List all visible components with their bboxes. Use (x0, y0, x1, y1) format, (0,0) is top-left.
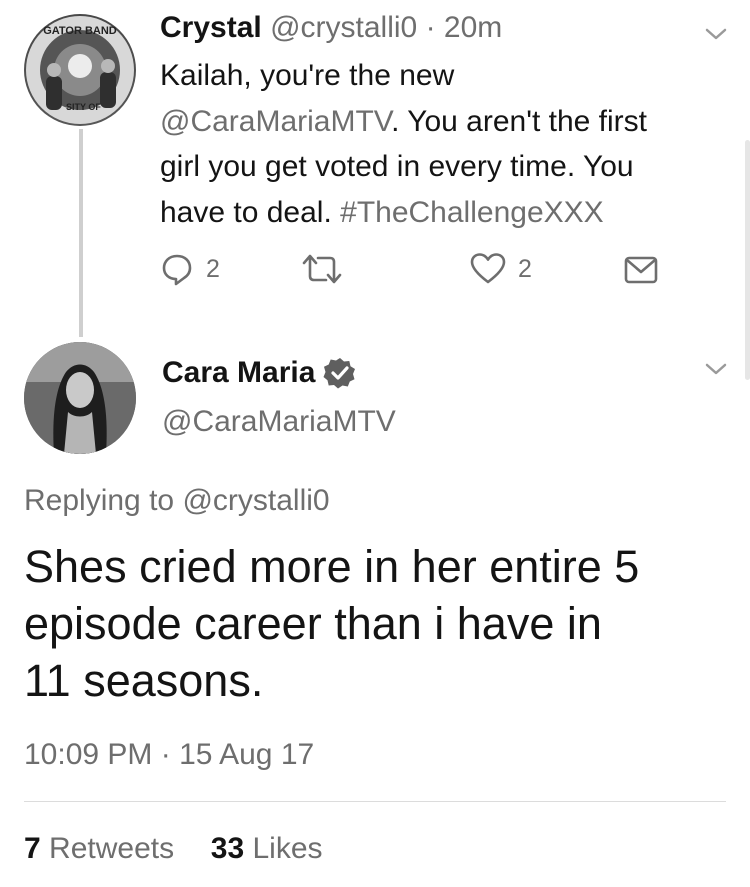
scroll-edge (745, 140, 750, 380)
avatar-badge-top: GATOR BAND (43, 25, 117, 37)
tweet2-text-line2: episode career than i have in (24, 598, 602, 649)
tweet1-mention-link[interactable]: @CaraMariaMTV (160, 105, 391, 138)
reply-icon (162, 254, 192, 286)
tweet1-text-line4: have to deal. #TheChallengeXXX (160, 190, 730, 236)
replying-to-handle-link[interactable]: @crystalli0 (182, 484, 329, 517)
avatar-crystal[interactable]: GATOR BAND SITY OF (24, 14, 136, 126)
likes-label: Likes (252, 832, 323, 865)
reply-count: 2 (206, 254, 220, 283)
gator-band-logo-icon: GATOR BAND SITY OF (26, 16, 134, 124)
tweet1-text-line2: @CaraMariaMTV. You aren't the first (160, 99, 730, 145)
engagement-stats: 7 Retweets 33 Likes (24, 829, 323, 869)
tweet1-text: Kailah, you're the new @CaraMariaMTV. Yo… (160, 53, 730, 235)
likes-count: 33 (210, 832, 245, 865)
reply-button[interactable]: 2 (160, 252, 220, 286)
retweets-label: Retweets (49, 832, 175, 865)
tweet2-display-name[interactable]: Cara Maria (162, 353, 315, 393)
chevron-down-icon[interactable] (705, 362, 727, 376)
tweet2-timestamp[interactable]: 10:09 PM · 15 Aug 17 (24, 735, 314, 775)
tweet1-text-line4-prefix: have to deal. (160, 195, 341, 229)
avatar-cara-maria[interactable] (24, 342, 136, 454)
heart-icon (470, 253, 506, 284)
retweets-count: 7 (24, 832, 41, 865)
thread-line (79, 129, 83, 337)
replying-to: Replying to @crystalli0 (24, 481, 330, 521)
verified-badge-icon (323, 358, 356, 389)
avatar-badge-bottom: SITY OF (66, 102, 101, 112)
retweet-icon (302, 254, 342, 284)
like-button[interactable]: 2 (470, 252, 532, 286)
tweet2-text-line3: 11 seasons. (24, 655, 264, 706)
tweet1-time[interactable]: 20m (444, 11, 502, 44)
retweets-stat[interactable]: 7 Retweets (24, 832, 174, 865)
tweet1-handle[interactable]: @crystalli0 (270, 11, 417, 44)
chevron-down-icon[interactable] (705, 27, 727, 41)
tweet1-text-line2-suffix: . You aren't the first (391, 104, 647, 138)
replying-to-label: Replying to (24, 484, 183, 517)
tweet1-header: Crystal @crystalli0 · 20m (160, 8, 502, 48)
envelope-icon (624, 256, 658, 284)
tweet1-display-name[interactable]: Crystal (160, 11, 262, 44)
tweet1-text-line3: girl you get voted in every time. You (160, 150, 634, 183)
tweet2-handle[interactable]: @CaraMariaMTV (162, 402, 396, 442)
profile-photo-icon (24, 342, 136, 454)
tweet1-text-line1: Kailah, you're the new (160, 59, 455, 92)
direct-message-button[interactable] (623, 254, 659, 286)
tweet2-text: Shes cried more in her entire 5 episode … (24, 538, 734, 709)
like-count: 2 (518, 254, 532, 283)
retweet-button[interactable] (300, 252, 344, 286)
tweet2-header: Cara Maria (162, 353, 357, 393)
divider (24, 801, 726, 802)
tweet1-separator: · (425, 11, 436, 44)
likes-stat[interactable]: 33 Likes (211, 832, 323, 865)
tweet1-hashtag-link[interactable]: #TheChallengeXXX (340, 196, 604, 229)
tweet2-text-line1: Shes cried more in her entire 5 (24, 541, 640, 592)
